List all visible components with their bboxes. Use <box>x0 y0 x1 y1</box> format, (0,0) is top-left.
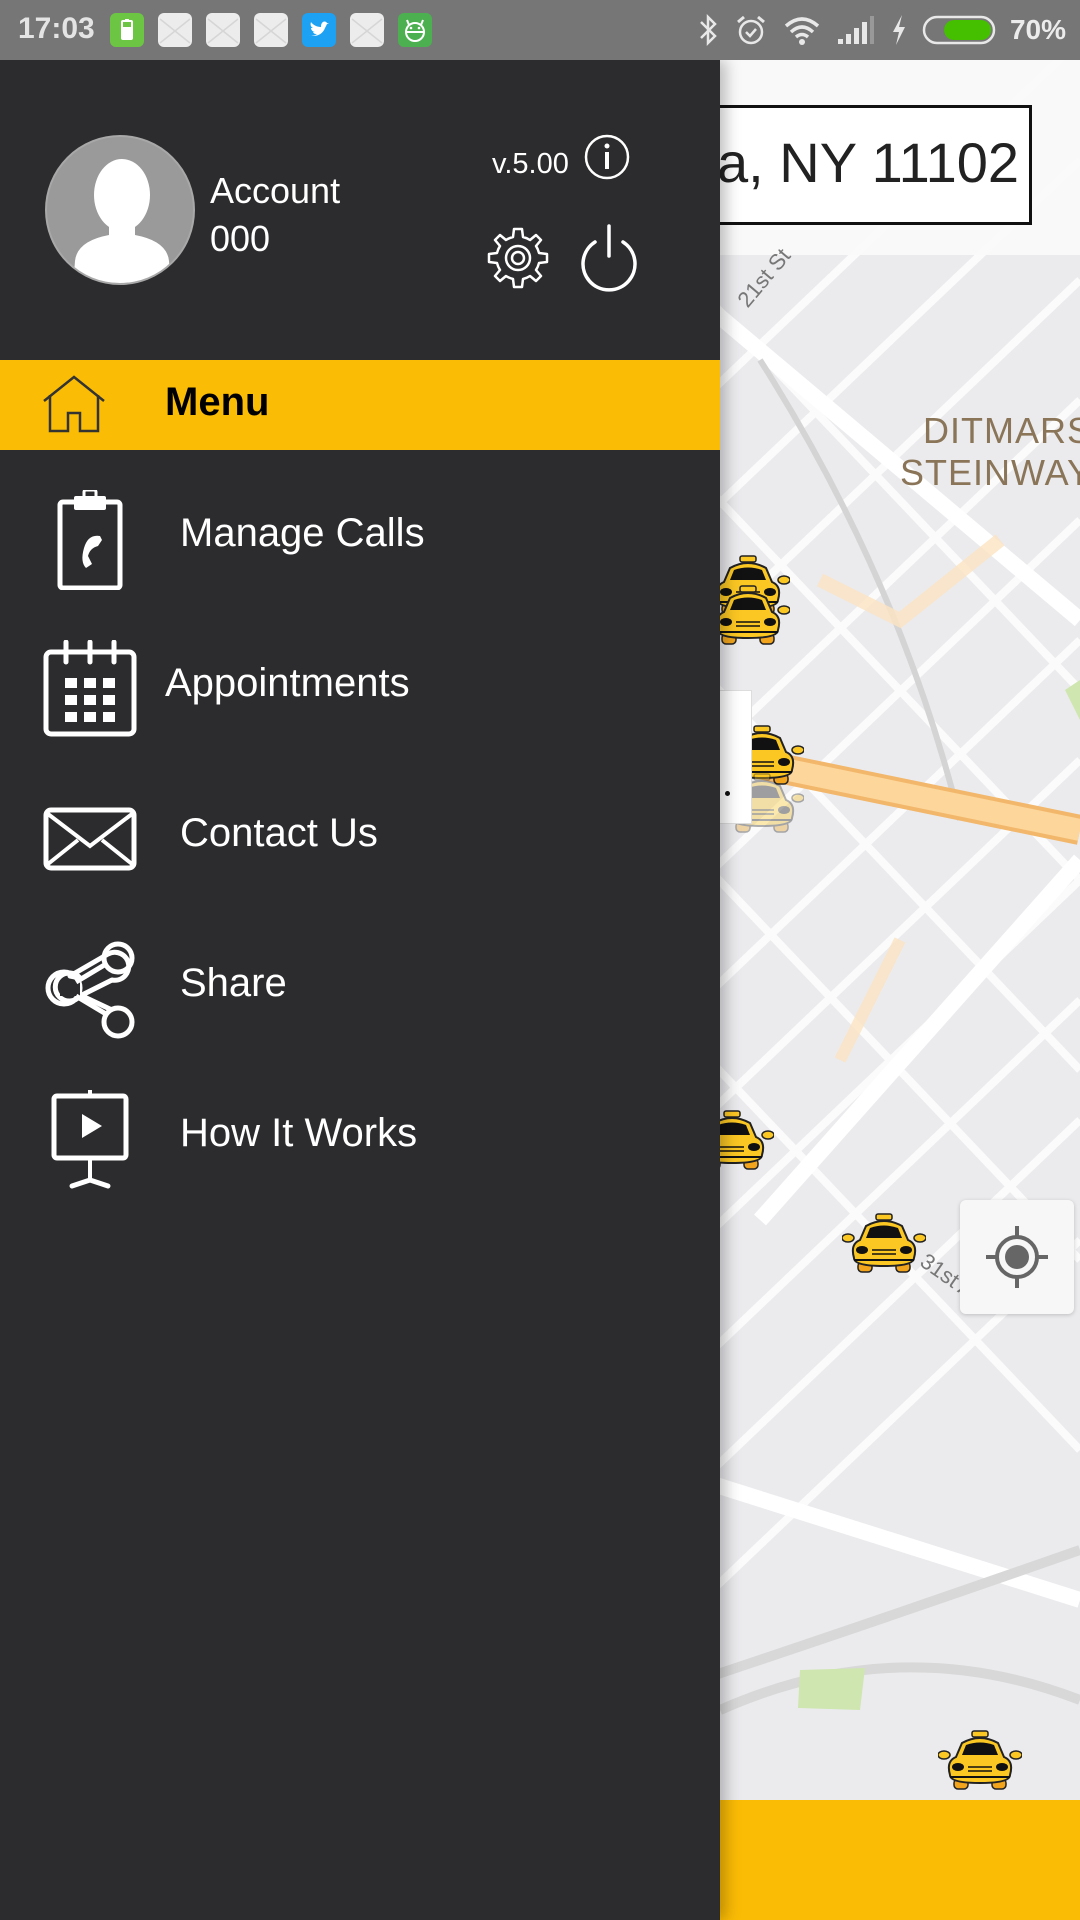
twitter-icon <box>302 13 336 47</box>
share-icon <box>45 941 135 1039</box>
menu-header-label: Menu <box>165 380 270 424</box>
power-icon[interactable] <box>577 222 641 294</box>
android-icon <box>398 13 432 47</box>
address-text: Astoria, NY 11102 <box>703 131 1019 194</box>
alarm-icon <box>736 15 765 45</box>
info-icon[interactable] <box>583 133 631 181</box>
menu-item-contact-us[interactable]: Contact Us <box>0 765 720 905</box>
avatar[interactable] <box>45 135 195 285</box>
taxi-marker-icon[interactable] <box>842 1208 926 1278</box>
menu-item-label: Share <box>180 961 287 1005</box>
presentation-icon <box>51 1090 129 1189</box>
neighborhood-label: DITMARS STEINWAY <box>900 410 1080 493</box>
menu-item-label: Contact Us <box>180 811 378 855</box>
menu-item-label: Appointments <box>165 661 410 705</box>
mail-icon <box>254 13 288 47</box>
wifi-icon <box>784 17 820 45</box>
battery-percent: 70% <box>1009 14 1066 45</box>
side-tab-dot <box>725 791 730 796</box>
crosshair-icon <box>986 1226 1048 1288</box>
taxi-marker-icon[interactable] <box>938 1725 1022 1795</box>
signal-icon <box>837 16 874 44</box>
menu-item-label: Manage Calls <box>180 511 425 555</box>
mail-icon <box>158 13 192 47</box>
menu-item-how-it-works[interactable]: How It Works <box>0 1065 720 1205</box>
home-icon <box>43 375 105 433</box>
calendar-icon <box>43 640 137 737</box>
bluetooth-icon <box>700 13 717 47</box>
gear-icon[interactable] <box>485 225 551 291</box>
account-number: 000 <box>210 218 271 259</box>
envelope-icon <box>43 807 137 871</box>
battery-app-icon <box>110 13 144 47</box>
status-time: 17:03 <box>18 12 95 45</box>
menu-item-share[interactable]: Share <box>0 915 720 1055</box>
status-bar: 17:03 70% <box>0 0 1080 60</box>
status-right-icons: 70% <box>696 10 1066 50</box>
mail-icon <box>206 13 240 47</box>
clipboard-phone-icon <box>57 490 123 590</box>
charging-icon <box>892 15 905 45</box>
battery-fill <box>944 20 991 40</box>
navigation-drawer: Account 000 v.5.00 Menu Manage Calls App… <box>0 60 720 1920</box>
menu-header[interactable]: Menu <box>0 360 720 450</box>
menu-item-appointments[interactable]: Appointments <box>0 615 720 755</box>
battery-icon <box>922 15 996 45</box>
account-name: Account <box>210 170 341 211</box>
user-silhouette-icon <box>73 159 171 283</box>
mail-icon <box>350 13 384 47</box>
menu-item-label: How It Works <box>180 1111 418 1155</box>
address-field[interactable]: Astoria, NY 11102 <box>700 105 1032 225</box>
my-location-button[interactable] <box>960 1200 1074 1314</box>
version-label: v.5.00 <box>492 148 569 180</box>
menu-item-manage-calls[interactable]: Manage Calls <box>0 465 720 605</box>
